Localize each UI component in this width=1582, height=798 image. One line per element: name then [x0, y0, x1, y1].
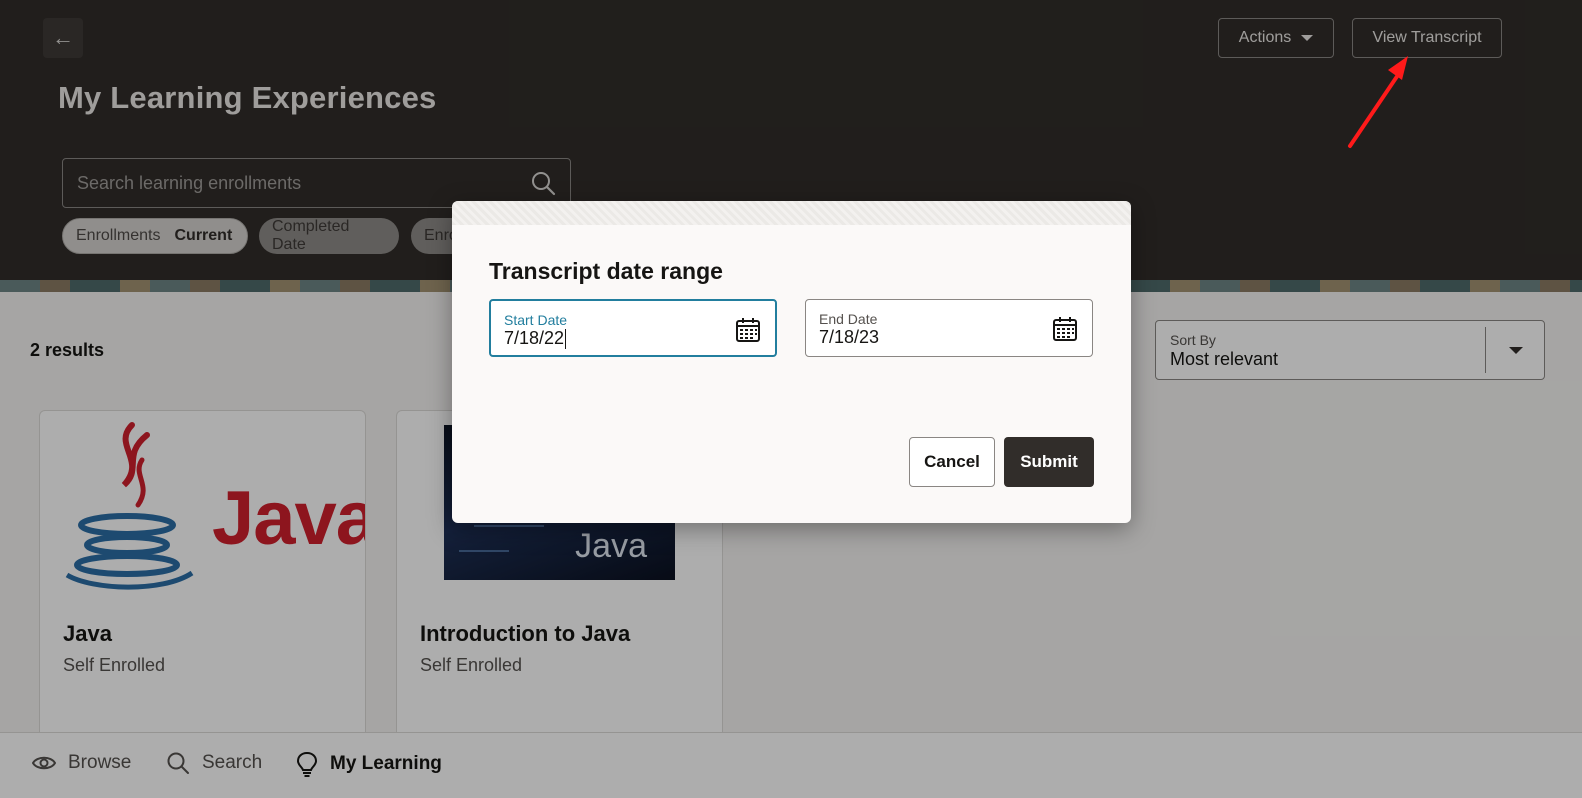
end-date-label: End Date: [819, 311, 878, 327]
start-date-label: Start Date: [504, 312, 568, 328]
dialog-header-band: [452, 201, 1131, 225]
cancel-button[interactable]: Cancel: [909, 437, 995, 487]
start-date-field[interactable]: Start Date 7/18/22: [489, 299, 777, 357]
end-date-field[interactable]: End Date 7/18/23: [805, 299, 1093, 357]
submit-button[interactable]: Submit: [1004, 437, 1094, 487]
end-date-value: 7/18/23: [819, 327, 880, 347]
dialog-title: Transcript date range: [489, 258, 723, 284]
transcript-date-dialog: Transcript date range Start Date 7/18/22…: [452, 201, 1131, 523]
start-date-value: 7/18/22: [504, 328, 565, 348]
calendar-icon[interactable]: [735, 317, 761, 343]
calendar-icon[interactable]: [1052, 316, 1078, 342]
